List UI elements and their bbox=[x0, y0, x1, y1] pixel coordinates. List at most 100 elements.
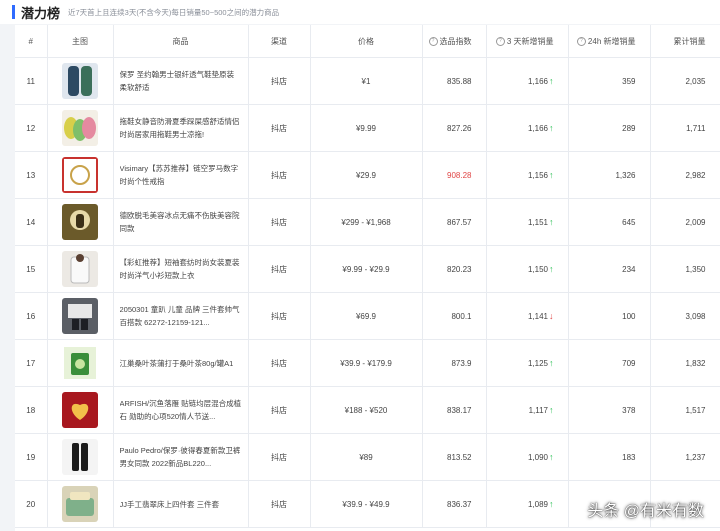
table-row[interactable]: 17 江巢桑叶茶蒲打于桑叶茶80g/罐A1 抖店 ¥39.9 - ¥179.9 873.… bbox=[15, 339, 720, 387]
arrow-up-icon: ↑ bbox=[549, 76, 554, 86]
table-row[interactable]: 19 Paulo Pedro/保罗·彼得春夏新款卫裤 男女同款 2022新品BL2… bbox=[15, 433, 720, 481]
col-rank[interactable]: # bbox=[15, 25, 48, 58]
product-image[interactable] bbox=[62, 298, 98, 334]
arrow-up-icon: ↑ bbox=[549, 264, 554, 274]
table-row[interactable]: 18 ARFISH/沉鱼落雁 贴链均层混合成植石 勋助的心项520情人节送... 抖… bbox=[15, 386, 720, 434]
table-row[interactable]: 12 拖鞋女静音防滑夏季踩屎感舒适情侣时尚居家用拖鞋男士凉拖! 抖店 ¥9.99 827… bbox=[15, 104, 720, 152]
cell-price: ¥1 bbox=[310, 57, 423, 105]
cell-product[interactable]: 2050301 童趴 儿童 品牌 三件套帅气 百搭款 62272-12159-1… bbox=[113, 292, 249, 340]
col-new24h[interactable]: ? 24h 新增销量 bbox=[568, 25, 651, 58]
cell-image[interactable] bbox=[47, 480, 114, 528]
product-image[interactable] bbox=[62, 345, 98, 381]
cell-channel: 抖店 bbox=[248, 480, 311, 528]
product-image[interactable] bbox=[62, 392, 98, 428]
cell-rank: 11 bbox=[15, 57, 48, 105]
cell-total: 1,350 bbox=[650, 245, 720, 293]
cell-price: ¥9.99 bbox=[310, 104, 423, 152]
cell-image[interactable] bbox=[47, 339, 114, 387]
table-row[interactable]: 15 【彩虹推荐】短袖套纺时尚女装夏装时尚洋气小衫短款上衣 抖店 ¥9.99 - ¥2… bbox=[15, 245, 720, 293]
table-row[interactable]: 16 2050301 童趴 儿童 品牌 三件套帅气 百搭款 62272-12159… bbox=[15, 292, 720, 340]
cell-total: 2,982 bbox=[650, 151, 720, 199]
product-name-link[interactable]: JJ手工翡翠床上四件套 三件套 bbox=[120, 498, 242, 511]
product-name-link[interactable]: 保罗 圣约翰男士银纤透气鞋垫原装柔软舒适 bbox=[120, 68, 242, 94]
product-image[interactable] bbox=[62, 486, 98, 522]
cell-total: 1,237 bbox=[650, 433, 720, 481]
table-row[interactable]: 11 保罗 圣约翰男士银纤透气鞋垫原装柔软舒适 抖店 ¥1 835.88 1,166↑ 35… bbox=[15, 57, 720, 105]
cell-channel: 抖店 bbox=[248, 198, 311, 246]
arrow-up-icon: ↑ bbox=[549, 452, 554, 462]
cell-image[interactable] bbox=[47, 198, 114, 246]
title-accent-bar bbox=[12, 5, 15, 19]
product-image[interactable] bbox=[62, 439, 98, 475]
cell-rank: 20 bbox=[15, 480, 48, 528]
cell-product[interactable]: 拖鞋女静音防滑夏季踩屎感舒适情侣时尚居家用拖鞋男士凉拖! bbox=[113, 104, 249, 152]
question-circle-icon[interactable]: ? bbox=[428, 36, 438, 46]
product-name-link[interactable]: 【彩虹推荐】短袖套纺时尚女装夏装时尚洋气小衫短款上衣 bbox=[120, 256, 242, 282]
cell-product[interactable]: Paulo Pedro/保罗·彼得春夏新款卫裤 男女同款 2022新品BL220… bbox=[113, 433, 249, 481]
cell-image[interactable] bbox=[47, 386, 114, 434]
cell-product[interactable]: Visimary【苏苏推荐】链空罗马数字时尚个性戒指 bbox=[113, 151, 249, 199]
cell-product[interactable]: ARFISH/沉鱼落雁 贴链均层混合成植石 勋助的心项520情人节送... bbox=[113, 386, 249, 434]
product-image[interactable] bbox=[62, 63, 98, 99]
cell-channel: 抖店 bbox=[248, 339, 311, 387]
col-image: 主图 bbox=[47, 25, 114, 58]
table-row[interactable]: 14 德欧脱毛美容冰点无痛不伤肤美容院同款 抖店 ¥299 - ¥1,968 867.5… bbox=[15, 198, 720, 246]
col-new3d[interactable]: ? 3 天新增销量 bbox=[486, 25, 569, 58]
col-total[interactable]: 累计销量 bbox=[650, 25, 720, 58]
product-name-link[interactable]: 江巢桑叶茶蒲打于桑叶茶80g/罐A1 bbox=[120, 357, 242, 370]
cell-price: ¥89 bbox=[310, 433, 423, 481]
col-index[interactable]: ? 选品指数 bbox=[422, 25, 487, 58]
cell-image[interactable] bbox=[47, 245, 114, 293]
cell-index: 873.9 bbox=[422, 339, 487, 387]
cell-product[interactable]: JJ手工翡翠床上四件套 三件套 bbox=[113, 480, 249, 528]
cell-channel: 抖店 bbox=[248, 57, 311, 105]
arrow-up-icon: ↑ bbox=[549, 499, 554, 509]
question-circle-icon[interactable]: ? bbox=[495, 36, 505, 46]
cell-price: ¥188 - ¥520 bbox=[310, 386, 423, 434]
cell-new24h: 1,326 bbox=[568, 151, 651, 199]
cell-total: 3,098 bbox=[650, 292, 720, 340]
cell-image[interactable] bbox=[47, 57, 114, 105]
cell-new3d: 1,166↑ bbox=[486, 57, 569, 105]
product-image[interactable] bbox=[62, 157, 98, 193]
product-name-link[interactable]: 德欧脱毛美容冰点无痛不伤肤美容院同款 bbox=[120, 209, 242, 235]
product-name-link[interactable]: 拖鞋女静音防滑夏季踩屎感舒适情侣时尚居家用拖鞋男士凉拖! bbox=[120, 115, 242, 141]
cell-product[interactable]: 江巢桑叶茶蒲打于桑叶茶80g/罐A1 bbox=[113, 339, 249, 387]
watermark: 头条 @有米有数 bbox=[587, 503, 704, 520]
cell-new24h: 183 bbox=[568, 433, 651, 481]
page-header: 潜力榜 近7天首上且连续3天(不含今天)每日销量50~500之间的潜力商品 bbox=[0, 0, 720, 24]
cell-index: 800.1 bbox=[422, 292, 487, 340]
col-price[interactable]: 价格 bbox=[310, 25, 423, 58]
cell-image[interactable] bbox=[47, 292, 114, 340]
cell-rank: 12 bbox=[15, 104, 48, 152]
table-header-row: # 主图 商品 渠道 价格 ? 选品指数 ? 3 天新增销量 ? 24h 新增销量 累… bbox=[15, 25, 720, 58]
cell-total: 2,009 bbox=[650, 198, 720, 246]
product-image[interactable] bbox=[62, 110, 98, 146]
cell-new24h: 289 bbox=[568, 104, 651, 152]
cell-new3d: 1,117↑ bbox=[486, 386, 569, 434]
cell-new24h: 234 bbox=[568, 245, 651, 293]
cell-total: 2,035 bbox=[650, 57, 720, 105]
cell-index: 827.26 bbox=[422, 104, 487, 152]
product-name-link[interactable]: 2050301 童趴 儿童 品牌 三件套帅气 百搭款 62272-12159-1… bbox=[120, 303, 242, 329]
cell-channel: 抖店 bbox=[248, 151, 311, 199]
cell-image[interactable] bbox=[47, 433, 114, 481]
cell-product[interactable]: 【彩虹推荐】短袖套纺时尚女装夏装时尚洋气小衫短款上衣 bbox=[113, 245, 249, 293]
product-name-link[interactable]: ARFISH/沉鱼落雁 贴链均层混合成植石 勋助的心项520情人节送... bbox=[120, 397, 242, 423]
question-circle-icon[interactable]: ? bbox=[576, 36, 586, 46]
product-image[interactable] bbox=[62, 251, 98, 287]
cell-product[interactable]: 德欧脱毛美容冰点无痛不伤肤美容院同款 bbox=[113, 198, 249, 246]
cell-channel: 抖店 bbox=[248, 433, 311, 481]
cell-index: 835.88 bbox=[422, 57, 487, 105]
cell-product[interactable]: 保罗 圣约翰男士银纤透气鞋垫原装柔软舒适 bbox=[113, 57, 249, 105]
product-name-link[interactable]: Paulo Pedro/保罗·彼得春夏新款卫裤 男女同款 2022新品BL220… bbox=[120, 444, 242, 470]
cell-new24h: 100 bbox=[568, 292, 651, 340]
cell-new3d: 1,166↑ bbox=[486, 104, 569, 152]
cell-image[interactable] bbox=[47, 151, 114, 199]
cell-image[interactable] bbox=[47, 104, 114, 152]
cell-rank: 18 bbox=[15, 386, 48, 434]
product-image[interactable] bbox=[62, 204, 98, 240]
cell-channel: 抖店 bbox=[248, 245, 311, 293]
table-row[interactable]: 13 Visimary【苏苏推荐】链空罗马数字时尚个性戒指 抖店 ¥29.9 908.2… bbox=[15, 151, 720, 199]
product-name-link[interactable]: Visimary【苏苏推荐】链空罗马数字时尚个性戒指 bbox=[120, 162, 242, 188]
